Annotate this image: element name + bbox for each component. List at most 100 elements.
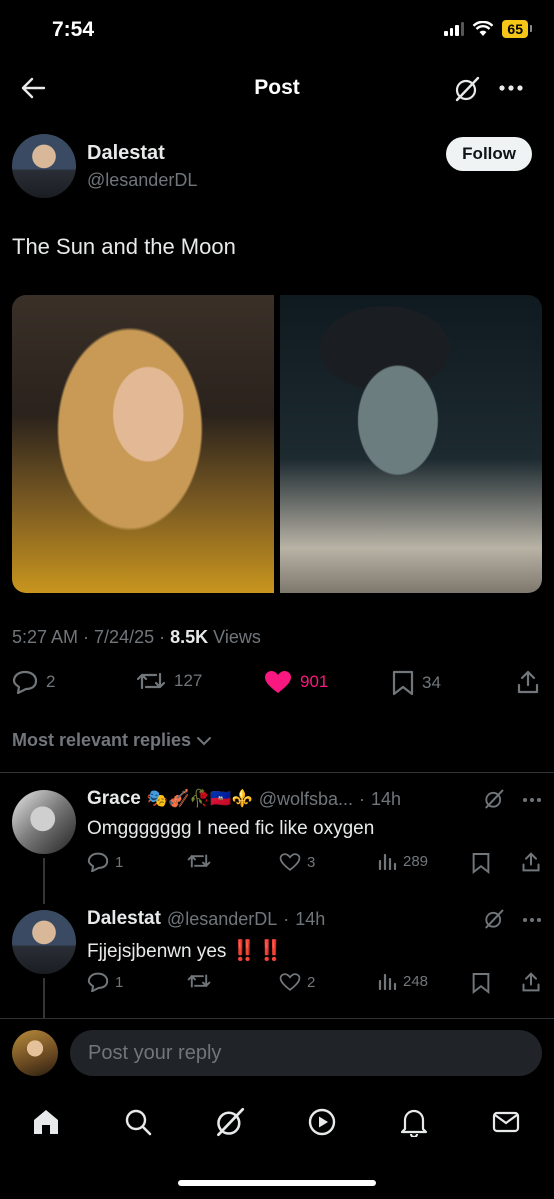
reply-header: Dalestat @lesanderDL · 14h (87, 908, 326, 930)
reply-text: Fjjejsjbenwn yes ‼️ ‼️ (87, 938, 283, 963)
bookmark-count: 34 (422, 673, 441, 692)
tab-video[interactable] (304, 1104, 340, 1140)
reply-compose[interactable] (70, 1030, 542, 1076)
reply-button[interactable]: 2 (12, 670, 55, 694)
author-avatar[interactable] (12, 134, 76, 198)
tab-grok[interactable] (212, 1104, 248, 1140)
reply-author-name[interactable]: Dalestat (87, 908, 161, 930)
thread-line (43, 978, 45, 1018)
home-indicator (178, 1180, 376, 1186)
media-image-moon[interactable] (280, 295, 542, 593)
reply-reply-count: 1 (115, 973, 124, 991)
chevron-down-icon (197, 736, 212, 745)
bell-icon (400, 1109, 428, 1137)
repost-button[interactable]: 127 (136, 670, 202, 692)
repost-icon (187, 854, 211, 868)
reply-icon (87, 852, 109, 872)
author-handle[interactable]: @lesanderDL (87, 170, 197, 191)
reply-icon (87, 972, 109, 992)
tab-home[interactable] (28, 1104, 64, 1140)
reply-reply-count: 1 (115, 853, 124, 871)
more-options-button[interactable] (498, 83, 524, 93)
reply-author-emojis: 🎭🎻🥀🇭🇹⚜️ (146, 789, 253, 808)
tab-notifications[interactable] (396, 1104, 432, 1140)
reply-author-name[interactable]: Grace (87, 788, 141, 810)
reply-bookmark-button[interactable] (472, 972, 490, 994)
grok-button[interactable] (454, 76, 480, 102)
thread-line (43, 858, 45, 904)
reply-header: Grace 🎭🎻🥀🇭🇹⚜️ @wolfsba... · 14h (87, 788, 402, 810)
like-count: 901 (300, 672, 329, 691)
repost-count: 127 (174, 671, 203, 690)
reply-more-button[interactable] (522, 796, 542, 804)
reply-share-button[interactable] (521, 972, 541, 992)
tab-search[interactable] (120, 1104, 156, 1140)
my-avatar[interactable] (12, 1030, 58, 1076)
share-icon (522, 852, 540, 872)
reply-repost-button[interactable] (187, 972, 211, 990)
divider (0, 772, 554, 773)
bookmark-icon (392, 670, 414, 696)
divider (0, 1018, 554, 1019)
bookmark-icon (472, 973, 490, 994)
repost-icon (136, 672, 166, 690)
reply-grok-button[interactable] (484, 789, 504, 809)
reply-text-body: Fjjejsjbenwn yes (87, 941, 227, 962)
reply-input[interactable] (86, 1040, 501, 1066)
reply-grok-button[interactable] (484, 909, 504, 929)
grok-icon (485, 789, 504, 809)
bottom-tab-bar (0, 1092, 554, 1152)
reply-reply-button[interactable]: 1 (87, 852, 123, 872)
mail-icon (492, 1111, 520, 1133)
reply-views-count: 248 (403, 972, 429, 990)
reply-actions: 1 3 289 (87, 852, 542, 876)
post-date: 7/24/25 (94, 627, 155, 647)
media-image-sun[interactable] (12, 295, 274, 593)
post-media[interactable] (12, 295, 542, 593)
reply-like-count: 2 (307, 973, 316, 991)
reply-more-button[interactable] (522, 916, 542, 924)
heart-icon (279, 973, 301, 991)
reply-like-button[interactable]: 3 (279, 852, 315, 872)
share-icon (522, 972, 540, 992)
reply-views-button[interactable]: 248 (377, 972, 428, 990)
views-count: 8.5K (170, 627, 209, 647)
reply-text: Omggggggg I need fic like oxygen (87, 818, 375, 839)
share-icon (517, 670, 539, 694)
reply-reply-button[interactable]: 1 (87, 972, 123, 992)
reply-views-button[interactable]: 289 (377, 852, 428, 870)
author-name[interactable]: Dalestat (87, 142, 165, 165)
share-button[interactable] (516, 670, 540, 694)
reply-author-handle[interactable]: @wolfsba... (259, 789, 353, 810)
battery-icon: 65 (502, 20, 532, 38)
reply-time: 14h (295, 908, 326, 929)
reply-actions: 1 2 248 (87, 972, 542, 996)
reply-share-button[interactable] (521, 852, 541, 872)
reply-avatar-grace[interactable] (12, 790, 76, 854)
views-icon (378, 973, 397, 990)
reply-avatar-dalestat[interactable] (12, 910, 76, 974)
double-exclamation-emoji: ‼️ ‼️ (231, 940, 283, 962)
reply-bookmark-button[interactable] (472, 852, 490, 874)
reply-repost-button[interactable] (187, 852, 211, 870)
post-meta: 5:27 AM · 7/24/25 · 8.5K Views (12, 627, 261, 647)
home-icon (34, 1110, 58, 1134)
post-text: The Sun and the Moon (12, 234, 236, 259)
views-label: Views (213, 627, 261, 647)
reply-count: 2 (46, 672, 56, 691)
follow-button[interactable]: Follow (446, 137, 532, 171)
bookmark-button[interactable]: 34 (392, 670, 441, 696)
tab-messages[interactable] (488, 1104, 524, 1140)
reply-like-button[interactable]: 2 (279, 972, 315, 992)
wifi-icon (473, 21, 494, 36)
reply-author-handle[interactable]: @lesanderDL (167, 909, 277, 930)
search-icon (125, 1109, 152, 1136)
replies-sort-label: Most relevant replies (12, 730, 192, 750)
grok-icon (217, 1107, 245, 1137)
views-icon (378, 853, 397, 870)
more-icon (523, 918, 541, 922)
status-time: 7:54 (52, 18, 95, 41)
replies-sort-dropdown[interactable]: Most relevant replies (12, 730, 213, 751)
like-button[interactable]: 901 (264, 670, 328, 694)
reply-like-count: 3 (307, 853, 316, 871)
